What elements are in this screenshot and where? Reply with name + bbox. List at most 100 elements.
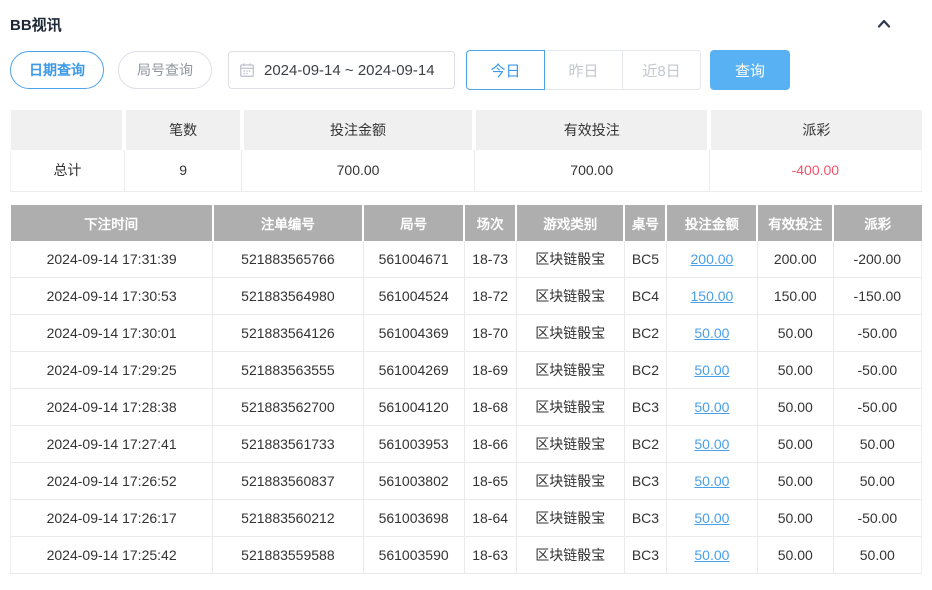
table-row: 2024-09-14 17:26:52521883560837561003802… (11, 463, 922, 500)
filter-bar: 日期查询局号查询 2024-09-14 ~ 2024-09-14 今日昨日近8日… (10, 50, 922, 90)
payout-cell: 50.00 (833, 426, 921, 463)
round-id-cell: 561004671 (363, 241, 464, 278)
round-id-cell: 561004524 (363, 278, 464, 315)
bet-time-cell: 2024-09-14 17:30:53 (11, 278, 213, 315)
order-id-cell: 521883560212 (213, 500, 363, 537)
summary-col-header: 有效投注 (474, 110, 709, 150)
payout-cell: 50.00 (833, 463, 921, 500)
date-range-input[interactable]: 2024-09-14 ~ 2024-09-14 (228, 51, 455, 89)
bet-amount-link[interactable]: 50.00 (694, 325, 729, 341)
records-col-header: 下注时间 (11, 205, 213, 241)
table-row: 2024-09-14 17:25:42521883559588561003590… (11, 537, 922, 574)
date-range-value: 2024-09-14 ~ 2024-09-14 (264, 62, 435, 79)
table-id-cell: BC3 (624, 537, 666, 574)
order-id-cell: 521883563555 (213, 352, 363, 389)
query-type-tabs: 日期查询局号查询 (10, 51, 212, 89)
session-cell: 18-73 (464, 241, 516, 278)
bet-time-cell: 2024-09-14 17:26:17 (11, 500, 213, 537)
summary-row: 总计 9 700.00 700.00 -400.00 (11, 150, 922, 191)
bb-video-panel: BB视讯 日期查询局号查询 (0, 0, 932, 582)
bet-amount-cell: 50.00 (666, 389, 757, 426)
bet-time-cell: 2024-09-14 17:26:52 (11, 463, 213, 500)
game-type-cell: 区块链骰宝 (516, 389, 624, 426)
bet-time-cell: 2024-09-14 17:25:42 (11, 537, 213, 574)
table-id-cell: BC2 (624, 352, 666, 389)
panel-header: BB视讯 (10, 8, 922, 40)
table-id-cell: BC5 (624, 241, 666, 278)
valid-bet-cell: 150.00 (757, 278, 833, 315)
summary-row-label: 总计 (11, 150, 125, 191)
bet-amount-link[interactable]: 50.00 (694, 436, 729, 452)
valid-bet-cell: 50.00 (757, 426, 833, 463)
records-col-header: 游戏类别 (516, 205, 624, 241)
summary-col-header (11, 110, 125, 150)
table-id-cell: BC2 (624, 426, 666, 463)
payout-cell: -50.00 (833, 315, 921, 352)
game-type-cell: 区块链骰宝 (516, 241, 624, 278)
bet-amount-cell: 200.00 (666, 241, 757, 278)
bet-amount-link[interactable]: 200.00 (691, 251, 734, 267)
bet-amount-cell: 50.00 (666, 352, 757, 389)
round-id-cell: 561003953 (363, 426, 464, 463)
bet-amount-link[interactable]: 50.00 (694, 547, 729, 563)
game-type-cell: 区块链骰宝 (516, 426, 624, 463)
order-id-cell: 521883560837 (213, 463, 363, 500)
valid-bet-cell: 50.00 (757, 463, 833, 500)
game-type-cell: 区块链骰宝 (516, 352, 624, 389)
table-id-cell: BC3 (624, 500, 666, 537)
table-row: 2024-09-14 17:27:41521883561733561003953… (11, 426, 922, 463)
payout-cell: -50.00 (833, 500, 921, 537)
table-row: 2024-09-14 17:29:25521883563555561004269… (11, 352, 922, 389)
search-button[interactable]: 查询 (710, 50, 790, 90)
summary-table: 笔数投注金额有效投注派彩 总计 9 700.00 700.00 -400.00 (10, 110, 922, 192)
bet-amount-link[interactable]: 50.00 (694, 473, 729, 489)
round-id-cell: 561003698 (363, 500, 464, 537)
valid-bet-cell: 50.00 (757, 315, 833, 352)
bet-amount-link[interactable]: 50.00 (694, 362, 729, 378)
bet-amount-cell: 150.00 (666, 278, 757, 315)
table-id-cell: BC4 (624, 278, 666, 315)
table-id-cell: BC3 (624, 389, 666, 426)
quick-range-tab-1[interactable]: 今日 (466, 50, 545, 90)
table-row: 2024-09-14 17:30:01521883564126561004369… (11, 315, 922, 352)
summary-col-header: 派彩 (709, 110, 921, 150)
bet-amount-link[interactable]: 50.00 (694, 399, 729, 415)
summary-col-header: 投注金额 (242, 110, 474, 150)
bet-amount-cell: 50.00 (666, 426, 757, 463)
order-id-cell: 521883562700 (213, 389, 363, 426)
table-row: 2024-09-14 17:26:17521883560212561003698… (11, 500, 922, 537)
bet-time-cell: 2024-09-14 17:29:25 (11, 352, 213, 389)
payout-cell: -50.00 (833, 389, 921, 426)
quick-range-tab-3[interactable]: 近8日 (622, 50, 701, 90)
bet-amount-cell: 50.00 (666, 500, 757, 537)
query-type-tab-2[interactable]: 局号查询 (118, 51, 212, 89)
query-type-tab-1[interactable]: 日期查询 (10, 51, 104, 89)
session-cell: 18-70 (464, 315, 516, 352)
quick-range-tab-2[interactable]: 昨日 (544, 50, 623, 90)
table-row: 2024-09-14 17:31:39521883565766561004671… (11, 241, 922, 278)
valid-bet-cell: 50.00 (757, 500, 833, 537)
order-id-cell: 521883564980 (213, 278, 363, 315)
records-col-header: 场次 (464, 205, 516, 241)
payout-cell: -150.00 (833, 278, 921, 315)
session-cell: 18-72 (464, 278, 516, 315)
bet-time-cell: 2024-09-14 17:28:38 (11, 389, 213, 426)
round-id-cell: 561004269 (363, 352, 464, 389)
valid-bet-cell: 200.00 (757, 241, 833, 278)
calendar-icon (239, 62, 255, 78)
quick-range-group: 今日昨日近8日 (466, 50, 701, 90)
session-cell: 18-66 (464, 426, 516, 463)
page-title: BB视讯 (10, 14, 62, 35)
records-col-header: 注单编号 (213, 205, 363, 241)
bet-amount-link[interactable]: 50.00 (694, 510, 729, 526)
order-id-cell: 521883564126 (213, 315, 363, 352)
bet-amount-link[interactable]: 150.00 (691, 288, 734, 304)
bet-amount-cell: 50.00 (666, 537, 757, 574)
order-id-cell: 521883561733 (213, 426, 363, 463)
round-id-cell: 561004369 (363, 315, 464, 352)
records-table: 下注时间注单编号局号场次游戏类别桌号投注金额有效投注派彩 2024-09-14 … (10, 205, 922, 575)
records-body: 2024-09-14 17:31:39521883565766561004671… (11, 241, 922, 574)
session-cell: 18-64 (464, 500, 516, 537)
collapse-panel-button[interactable] (870, 10, 898, 38)
summary-bet-amount: 700.00 (242, 150, 474, 191)
